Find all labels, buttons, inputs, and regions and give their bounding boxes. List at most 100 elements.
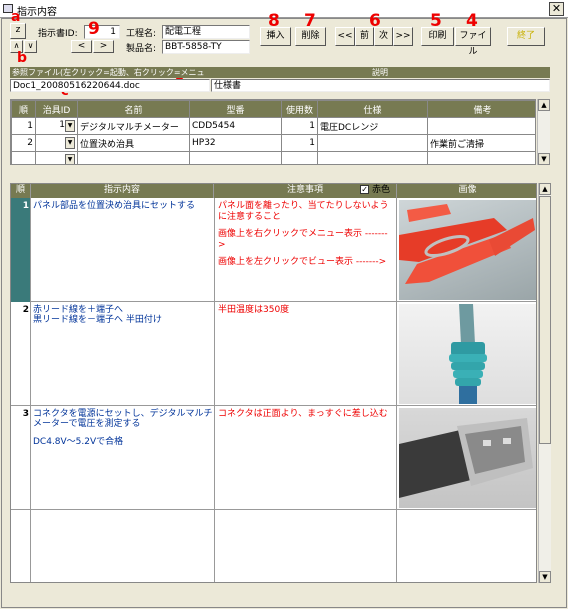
process-label: 工程名: [126,29,157,39]
reference-desc-header: 説明 [210,67,550,78]
tools-table: 順 治具ID 名前 型番 使用数 仕様 備考 1 ▼ 1 デジタルマルチメーター … [10,99,536,165]
tools-cell-seq [11,151,36,164]
step-seq: 2 [22,305,29,315]
step-image-connector[interactable] [399,408,536,508]
step-content[interactable]: コネクタを電源にセットし、デジタルマルチメーターで電圧を測定する DC4.8V～… [33,409,213,447]
scroll-down-icon[interactable]: ▼ [538,153,550,165]
steps-col-image: 画像 [397,184,536,198]
reference-file-header: 参照ファイル(左クリック=起動、右クリック=メニュー) [10,67,210,88]
tools-col-id: 治具ID [35,100,78,118]
step-row-selector[interactable] [11,510,31,582]
tools-cell-model[interactable]: CDD5454 [189,117,282,135]
checkmark-icon[interactable]: ✓ [360,185,370,194]
tools-cell-id[interactable]: ▼ [35,134,78,152]
product-field[interactable]: BBT-5858-TY [162,40,250,54]
clip-photo-icon [399,204,535,284]
steps-table: 順 指示内容 注意事項 ✓ 赤色 画像 1 パネル部品を位置決め治具にセットする… [10,183,537,583]
dropdown-arrow-icon[interactable]: ▼ [65,120,75,132]
table-row: 1 ▼ 1 デジタルマルチメーター CDD5454 1 電圧DCレンジ [11,117,535,135]
marker-4: 4 [466,11,478,31]
cable-photo-icon [449,304,487,404]
steps-col-caution: 注意事項 ✓ 赤色 [214,184,397,198]
dropdown-arrow-icon[interactable]: ▼ [65,154,75,164]
table-row: 2 赤リード線を＋端子へ 黒リード線を－端子へ 半田付け 半田温度は350度 [11,302,536,406]
marker-7: 7 [304,11,316,31]
marker-b: b [17,50,28,66]
scroll-up-icon[interactable]: ▲ [539,183,551,195]
id-prev-button[interactable]: < [71,40,92,53]
marker-6: 6 [369,11,381,31]
window-title: 指示内容 [17,7,57,18]
scroll-down-icon[interactable]: ▼ [539,571,551,583]
tools-cell-spec[interactable] [317,151,428,164]
usb-connector-photo-icon [399,418,533,498]
tools-col-note: 備考 [427,100,535,118]
scroll-up-icon[interactable]: ▲ [538,99,550,111]
marker-a: a [11,9,21,25]
tools-cell-spec[interactable] [317,134,428,152]
step-caution[interactable]: パネル面を離ったり、当てたりしないように注意すること 画像上を右クリックでメニュ… [214,198,397,302]
step-image-clip[interactable] [399,200,536,300]
tools-cell-note[interactable] [427,117,535,135]
tools-cell-spec[interactable]: 電圧DCレンジ [317,117,428,135]
step-image-cable[interactable] [399,304,536,404]
id-next-button[interactable]: > [93,40,114,53]
z-button[interactable]: z [10,23,26,39]
tools-cell-seq: 2 [11,134,36,152]
tools-scrollbar[interactable]: ▲ ▼ [537,99,550,165]
steps-scrollbar[interactable]: ▲ ▼ [538,183,551,583]
tools-cell-qty[interactable]: 1 [281,134,318,152]
reference-file-field[interactable]: Doc1_20080516220644.doc [10,79,210,92]
steps-col-content: 指示内容 [31,184,214,198]
marker-8: 8 [268,11,280,31]
step-row-selector[interactable] [11,406,31,510]
table-row [11,510,536,582]
step-caution[interactable] [214,510,397,582]
tools-cell-name[interactable]: 位置決め治具 [77,134,190,152]
tools-cell-model[interactable] [189,151,282,164]
scroll-thumb[interactable] [539,196,551,444]
tools-cell-id[interactable]: ▼ [35,151,78,164]
id-label: 指示書ID: [38,29,78,39]
tools-col-name: 名前 [77,100,190,118]
tools-col-seq: 順 [11,100,36,118]
tools-col-qty: 使用数 [281,100,318,118]
tools-cell-name[interactable]: デジタルマルチメーター [77,117,190,135]
step-row-selector[interactable] [11,198,31,302]
tools-cell-seq: 1 [11,117,36,135]
step-seq: 3 [22,409,29,419]
table-row: 3 コネクタを電源にセットし、デジタルマルチメーターで電圧を測定する DC4.8… [11,406,536,510]
table-row: 2 ▼ 位置決め治具 HP32 1 作業前ご清掃 [11,134,535,152]
red-text-checkbox[interactable]: ✓ 赤色 [360,184,390,197]
tools-cell-note[interactable] [427,151,535,164]
product-label: 製品名: [126,44,157,54]
tools-col-spec: 仕様 [317,100,428,118]
tools-cell-qty[interactable] [281,151,318,164]
steps-col-caution-label: 注意事項 [286,185,323,195]
tools-col-model: 型番 [189,100,282,118]
tools-cell-note[interactable]: 作業前ご清掃 [427,134,535,152]
title-bar: 指示内容 ✕ [0,0,568,18]
tools-cell-qty[interactable]: 1 [281,117,318,135]
finish-button[interactable]: 終了 [507,27,545,46]
tools-cell-id[interactable]: ▼ 1 [35,117,78,135]
dropdown-arrow-icon[interactable]: ▼ [65,137,75,149]
tools-cell-name[interactable] [77,151,190,164]
table-row: ▼ [11,151,535,164]
steps-col-seq: 順 [11,184,31,198]
marker-5: 5 [430,11,442,31]
first-record-button[interactable]: << [335,27,355,46]
step-caution[interactable]: コネクタは正面より、まっすぐに差し込む [214,406,397,510]
step-row-selector[interactable] [11,302,31,406]
table-row: 1 パネル部品を位置決め治具にセットする パネル面を離ったり、当てたりしないよう… [11,198,536,302]
step-content[interactable]: 赤リード線を＋端子へ 黒リード線を－端子へ 半田付け [33,305,213,325]
last-record-button[interactable]: >> [393,27,413,46]
tools-cell-model[interactable]: HP32 [189,134,282,152]
close-button[interactable]: ✕ [549,2,564,16]
step-seq: 1 [22,201,29,211]
process-field[interactable]: 配電工程 [162,25,250,39]
marker-9: 9 [88,19,100,39]
step-content[interactable]: パネル部品を位置決め治具にセットする [33,201,213,211]
reference-desc-field[interactable]: 仕様書 [211,79,550,92]
step-caution[interactable]: 半田温度は350度 [214,302,397,406]
